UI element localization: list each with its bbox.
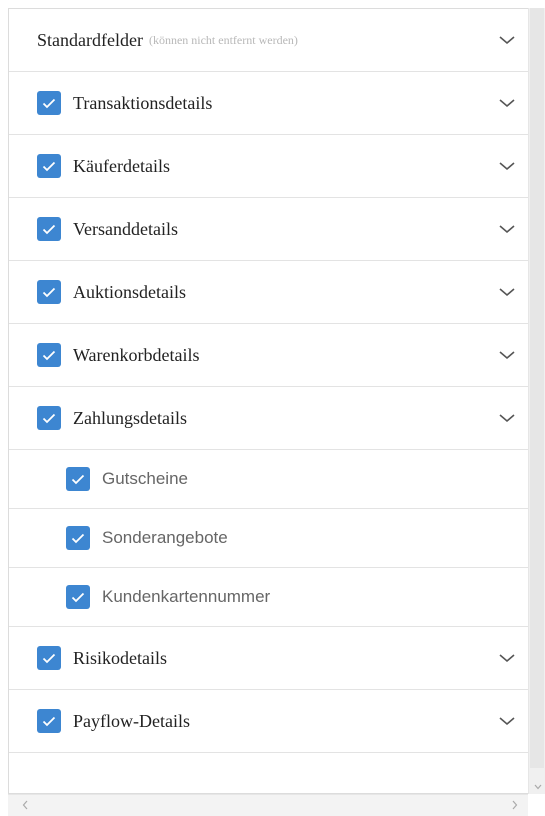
check-icon xyxy=(42,653,56,663)
chevron-down-icon[interactable] xyxy=(534,784,542,790)
sub-item-label: Gutscheine xyxy=(102,469,188,488)
chevron-down-icon[interactable] xyxy=(498,652,516,664)
chevron-down-icon[interactable] xyxy=(498,349,516,361)
chevron-right-icon[interactable] xyxy=(512,800,518,810)
section-label: Zahlungsdetails xyxy=(73,407,187,428)
check-icon xyxy=(42,413,56,423)
checkbox[interactable] xyxy=(37,91,61,115)
horizontal-scrollbar[interactable] xyxy=(8,794,528,816)
section-payflow-details[interactable]: Payflow-Details xyxy=(9,690,528,753)
chevron-left-icon[interactable] xyxy=(22,800,28,810)
section-zahlungsdetails[interactable]: Zahlungsdetails xyxy=(9,387,528,450)
section-versanddetails[interactable]: Versanddetails xyxy=(9,198,528,261)
check-icon xyxy=(42,161,56,171)
check-icon xyxy=(42,98,56,108)
checkbox[interactable] xyxy=(37,406,61,430)
section-label: Auktionsdetails xyxy=(73,281,186,302)
sub-item-gutscheine[interactable]: Gutscheine xyxy=(9,450,528,509)
checkbox[interactable] xyxy=(37,343,61,367)
sub-item-sonderangebote[interactable]: Sonderangebote xyxy=(9,509,528,568)
checkbox[interactable] xyxy=(66,526,90,550)
check-icon xyxy=(42,716,56,726)
check-icon xyxy=(42,224,56,234)
section-label: Payflow-Details xyxy=(73,710,190,731)
checkbox[interactable] xyxy=(37,646,61,670)
checkbox[interactable] xyxy=(37,217,61,241)
check-icon xyxy=(42,287,56,297)
check-icon xyxy=(42,350,56,360)
section-transaktionsdetails[interactable]: Transaktionsdetails xyxy=(9,72,528,135)
section-risikodetails[interactable]: Risikodetails xyxy=(9,627,528,690)
section-label: Versanddetails xyxy=(73,218,178,239)
section-label: Käuferdetails xyxy=(73,155,170,176)
section-label: Transaktionsdetails xyxy=(73,92,213,113)
chevron-down-icon[interactable] xyxy=(498,223,516,235)
standard-fields-hint: (können nicht entfernt werden) xyxy=(148,32,298,47)
standard-fields-row[interactable]: Standardfelder (können nicht entfernt we… xyxy=(9,9,528,72)
scrollbar-thumb[interactable] xyxy=(530,8,544,768)
chevron-down-icon[interactable] xyxy=(498,160,516,172)
chevron-down-icon[interactable] xyxy=(498,286,516,298)
checkbox[interactable] xyxy=(37,709,61,733)
checkbox[interactable] xyxy=(66,585,90,609)
sub-item-label: Sonderangebote xyxy=(102,528,228,547)
checkbox[interactable] xyxy=(66,467,90,491)
vertical-scrollbar[interactable] xyxy=(528,8,545,794)
sub-item-label: Kundenkartennummer xyxy=(102,587,271,606)
section-auktionsdetails[interactable]: Auktionsdetails xyxy=(9,261,528,324)
section-warenkorbdetails[interactable]: Warenkorbdetails xyxy=(9,324,528,387)
section-kaeuferdetails[interactable]: Käuferdetails xyxy=(9,135,528,198)
section-label: Warenkorbdetails xyxy=(73,344,200,365)
chevron-down-icon[interactable] xyxy=(498,97,516,109)
standard-fields-label: Standardfelder xyxy=(37,29,143,50)
chevron-down-icon[interactable] xyxy=(498,34,516,46)
check-icon xyxy=(71,474,85,484)
chevron-down-icon[interactable] xyxy=(498,715,516,727)
sub-item-kundenkartennummer[interactable]: Kundenkartennummer xyxy=(9,568,528,627)
checkbox[interactable] xyxy=(37,154,61,178)
check-icon xyxy=(71,533,85,543)
field-selection-panel: Standardfelder (können nicht entfernt we… xyxy=(8,8,528,794)
chevron-down-icon[interactable] xyxy=(498,412,516,424)
checkbox[interactable] xyxy=(37,280,61,304)
section-label: Risikodetails xyxy=(73,647,167,668)
check-icon xyxy=(71,592,85,602)
